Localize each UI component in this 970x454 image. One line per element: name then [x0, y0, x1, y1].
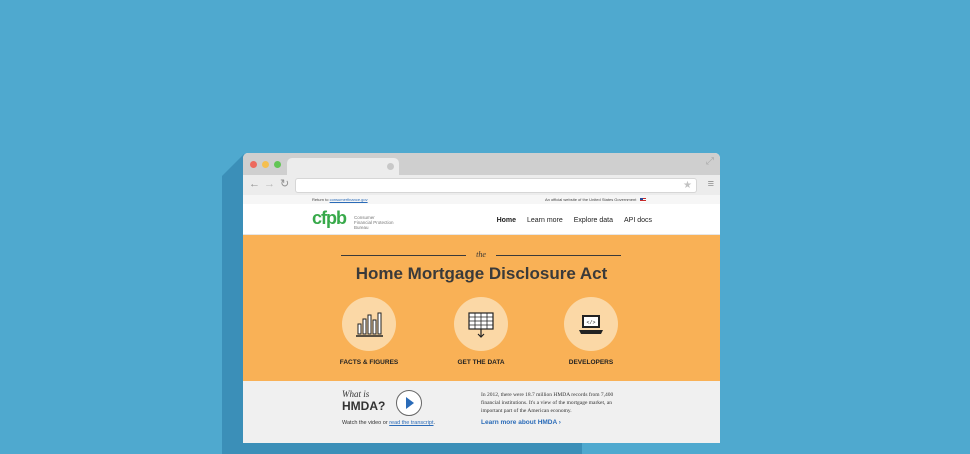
- return-text: Return to consumerfinance.gov: [312, 197, 368, 202]
- learn-more-hmda-link[interactable]: Learn more about HMDA ›: [481, 419, 561, 427]
- logo-subtitle: Consumer Financial Protection Bureau: [354, 215, 394, 230]
- address-bar[interactable]: ★: [295, 178, 697, 193]
- nav-explore-data[interactable]: Explore data: [574, 217, 613, 224]
- site-header: cfpb Consumer Financial Protection Burea…: [243, 204, 720, 235]
- close-window-button[interactable]: [250, 161, 257, 168]
- facts-figures-circle: [342, 297, 396, 351]
- facts-figures-label: FACTS & FIGURES: [339, 359, 399, 366]
- transcript-link[interactable]: read the transcript: [389, 420, 433, 426]
- browser-window: ⤢ ← → ↻ ★ ≡ Return to consumerfinance.go…: [243, 153, 720, 443]
- minimize-window-button[interactable]: [262, 161, 269, 168]
- developers-link[interactable]: </> DEVELOPERS: [551, 297, 631, 367]
- return-link[interactable]: consumerfinance.gov: [330, 197, 368, 202]
- developers-label: DEVELOPERS: [568, 359, 614, 366]
- hmda-heading: HMDA?: [342, 399, 386, 413]
- about-section: What is HMDA? Watch the video or read th…: [243, 381, 720, 443]
- browser-menu-icon[interactable]: ≡: [708, 178, 714, 191]
- nav-home[interactable]: Home: [497, 217, 516, 224]
- us-flag-icon: [640, 197, 647, 202]
- page-title: Home Mortgage Disclosure Act: [355, 264, 608, 283]
- eyebrow-row: the: [341, 250, 621, 260]
- web-page: Return to consumerfinance.gov An officia…: [243, 195, 720, 443]
- main-nav: Home Learn more Explore data API docs: [488, 216, 652, 225]
- cfpb-logo[interactable]: cfpb: [312, 208, 347, 228]
- developers-circle: </>: [564, 297, 618, 351]
- tab-bar: ⤢: [243, 153, 720, 175]
- browser-tab[interactable]: [287, 158, 399, 175]
- bookmark-star-icon[interactable]: ★: [683, 179, 692, 192]
- official-site-text: An official website of the United States…: [545, 195, 647, 204]
- watch-video-text: Watch the video or read the transcript.: [342, 420, 436, 426]
- forward-arrow-icon[interactable]: →: [264, 178, 275, 191]
- back-arrow-icon[interactable]: ←: [249, 178, 260, 191]
- zoom-window-button[interactable]: [274, 161, 281, 168]
- hero-section: the Home Mortgage Disclosure Act FACTS &…: [243, 235, 720, 381]
- browser-toolbar: ← → ↻ ★ ≡: [243, 175, 720, 196]
- what-is-text: What is: [342, 389, 370, 399]
- tab-close-icon[interactable]: [387, 163, 394, 170]
- data-table-icon: [468, 312, 494, 338]
- nav-learn-more[interactable]: Learn more: [527, 217, 563, 224]
- get-the-data-link[interactable]: GET THE DATA: [441, 297, 521, 367]
- facts-figures-link[interactable]: FACTS & FIGURES: [329, 297, 409, 367]
- government-banner: Return to consumerfinance.gov An officia…: [243, 195, 720, 204]
- play-video-button[interactable]: [396, 390, 422, 416]
- get-the-data-label: GET THE DATA: [457, 359, 505, 366]
- svg-text:</>: </>: [586, 320, 595, 326]
- expand-icon[interactable]: ⤢: [706, 157, 714, 167]
- reload-icon[interactable]: ↻: [280, 178, 289, 191]
- nav-api-docs[interactable]: API docs: [624, 217, 652, 224]
- laptop-code-icon: </>: [579, 315, 603, 334]
- hmda-description: In 2012, there were 18.7 million HMDA re…: [481, 392, 614, 414]
- get-the-data-circle: [454, 297, 508, 351]
- eyebrow-rule-right: [496, 255, 621, 256]
- bar-chart-icon: [356, 312, 383, 337]
